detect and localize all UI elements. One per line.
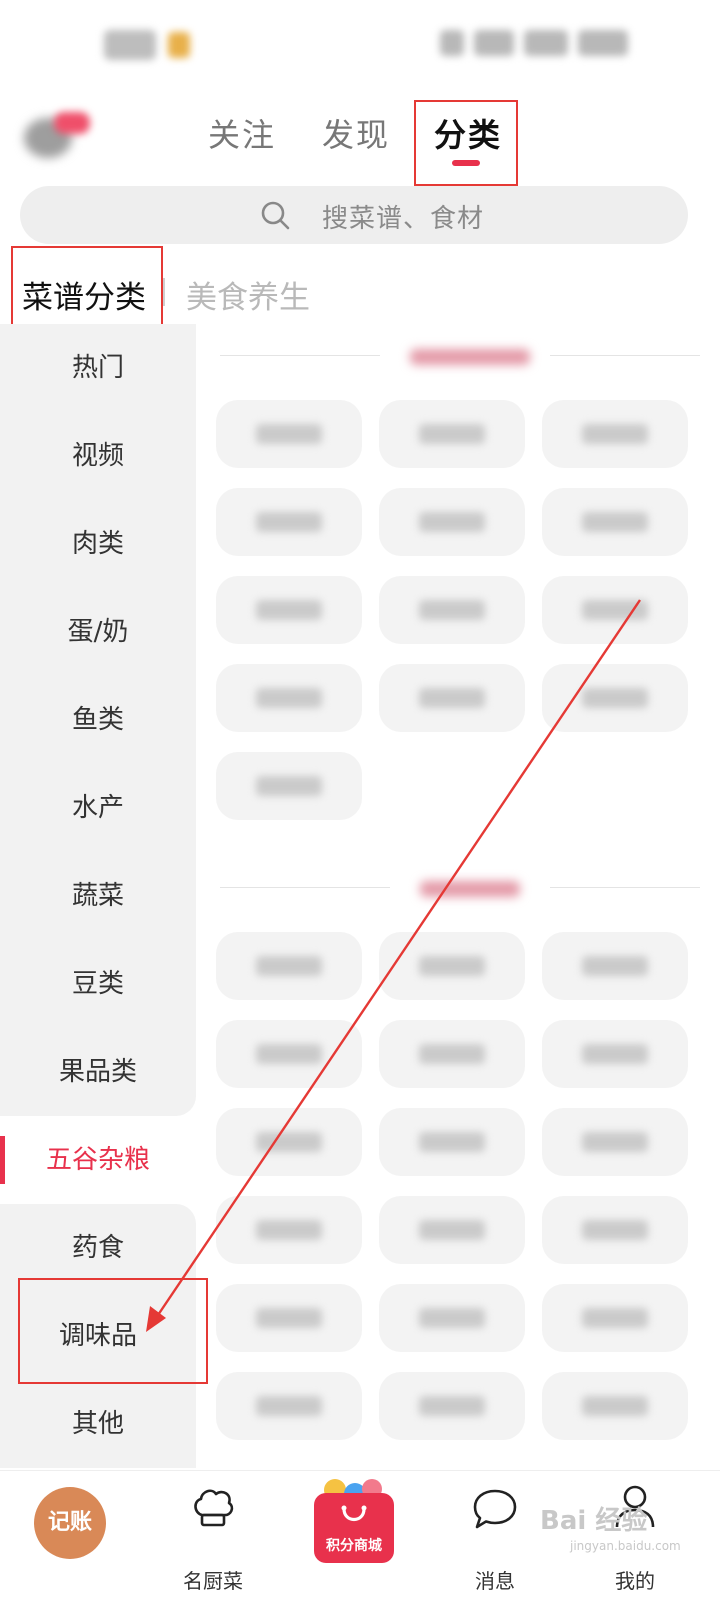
category-chip[interactable] [379, 1372, 525, 1440]
nav-label-chef: 名厨菜 [183, 1569, 243, 1593]
nav-jizhang[interactable]: 记账 [0, 1471, 140, 1600]
sidebar-item-grains[interactable]: 五谷杂粮 [0, 1116, 196, 1204]
nav-messages[interactable]: 消息 [440, 1471, 550, 1600]
category-chip[interactable] [542, 1108, 688, 1176]
category-chip[interactable] [542, 1020, 688, 1088]
search-icon [261, 201, 290, 230]
category-chip[interactable] [379, 576, 525, 644]
chef-hat-icon [194, 1489, 234, 1527]
watermark-brand: Bai 经验 [540, 1506, 648, 1536]
status-time [104, 30, 156, 60]
category-chip[interactable] [379, 1196, 525, 1264]
sidebar-item-video[interactable]: 视频 [0, 412, 196, 500]
subtab-food-health[interactable]: 美食养生 [186, 272, 310, 317]
category-chip[interactable] [216, 1372, 362, 1440]
message-bubble-icon [473, 1489, 517, 1529]
category-chip[interactable] [542, 664, 688, 732]
search-bar[interactable]: 搜菜谱、食材 [20, 186, 688, 244]
category-chip[interactable] [216, 932, 362, 1000]
category-chip[interactable] [379, 1108, 525, 1176]
category-chip[interactable] [379, 1284, 525, 1352]
status-bar [0, 0, 720, 90]
category-chip[interactable] [542, 932, 688, 1000]
status-emoji-icon [168, 32, 190, 58]
status-icons [440, 30, 660, 60]
sidebar-item-other[interactable]: 其他 [0, 1380, 196, 1468]
nav-chef[interactable]: 名厨菜 [158, 1471, 268, 1600]
annotation-box-seasoning [18, 1278, 208, 1384]
tab-discover[interactable]: 发现 [322, 110, 390, 156]
section-header [220, 878, 700, 898]
sidebar-item-label: 五谷杂粮 [45, 1145, 150, 1175]
sidebar-item-beans[interactable]: 豆类 [0, 940, 196, 1028]
points-mall-button[interactable]: 积分商城 [314, 1479, 394, 1565]
category-chip[interactable] [379, 664, 525, 732]
category-chip[interactable] [542, 1372, 688, 1440]
category-chip[interactable] [216, 400, 362, 468]
tab-follow[interactable]: 关注 [208, 110, 276, 156]
category-chip[interactable] [216, 1196, 362, 1264]
category-chip[interactable] [216, 488, 362, 556]
search-placeholder: 搜菜谱、食材 [322, 204, 485, 234]
category-chip[interactable] [542, 1196, 688, 1264]
nav-label-messages: 消息 [475, 1569, 515, 1593]
category-chip[interactable] [379, 1020, 525, 1088]
category-chip[interactable] [216, 664, 362, 732]
sidebar-active-bar [0, 1136, 5, 1184]
sidebar-item-meat[interactable]: 肉类 [0, 500, 196, 588]
annotation-box-category-tab [414, 100, 518, 186]
watermark: Bai 经验 jingyan.baidu.com [540, 1500, 710, 1560]
category-chip[interactable] [379, 400, 525, 468]
sidebar-item-egg-milk[interactable]: 蛋/奶 [0, 588, 196, 676]
category-chip[interactable] [216, 1108, 362, 1176]
sidebar-item-fish[interactable]: 鱼类 [0, 676, 196, 764]
watermark-url: jingyan.baidu.com [570, 1539, 681, 1553]
sidebar-item-seafood[interactable]: 水产 [0, 764, 196, 852]
jizhang-button[interactable]: 记账 [34, 1487, 106, 1559]
category-chip[interactable] [542, 488, 688, 556]
sidebar-item-vegetables[interactable]: 蔬菜 [0, 852, 196, 940]
mall-label: 积分商城 [326, 1538, 382, 1554]
category-chip[interactable] [542, 1284, 688, 1352]
category-chip[interactable] [216, 1020, 362, 1088]
category-chip[interactable] [379, 932, 525, 1000]
category-chip[interactable] [379, 488, 525, 556]
sidebar-item-hot[interactable]: 热门 [0, 324, 196, 412]
category-chip[interactable] [216, 752, 362, 820]
section-header [220, 346, 700, 366]
category-chip[interactable] [216, 1284, 362, 1352]
category-content [196, 340, 720, 1470]
category-chip[interactable] [216, 576, 362, 644]
shopping-bag-icon [341, 1505, 367, 1522]
category-chip[interactable] [542, 576, 688, 644]
nav-label-mine: 我的 [615, 1569, 655, 1593]
sidebar-item-fruits[interactable]: 果品类 [0, 1028, 196, 1116]
annotation-box-recipe-category [11, 246, 163, 326]
category-chip[interactable] [542, 400, 688, 468]
top-tabs: 关注 发现 分类 [0, 100, 720, 186]
